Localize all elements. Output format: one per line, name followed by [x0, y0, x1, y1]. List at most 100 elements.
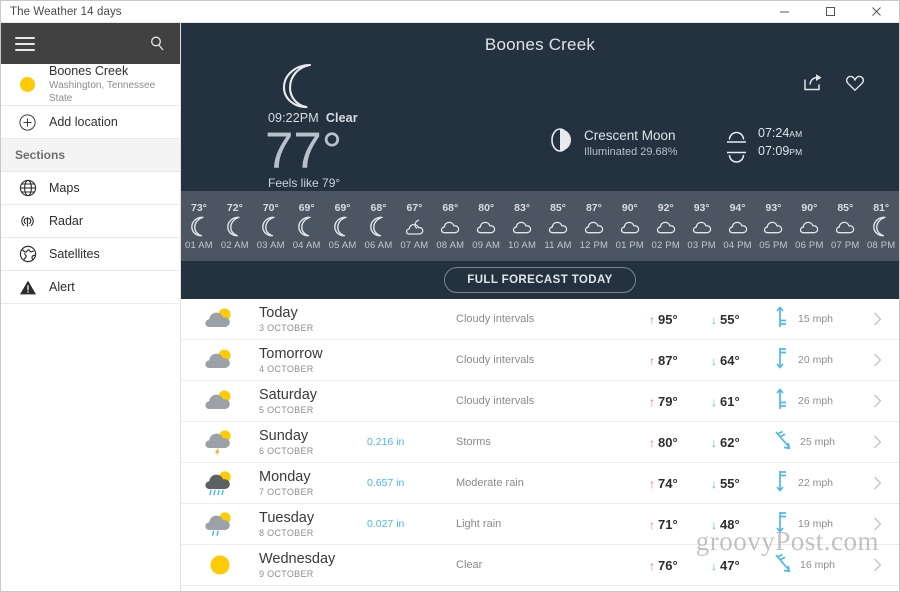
- hourly-time: 03 PM: [687, 239, 716, 251]
- sunset-icon: [727, 151, 746, 163]
- hourly-temp: 93°: [693, 201, 710, 214]
- maximize-button[interactable]: [807, 1, 853, 23]
- hourly-item[interactable]: 93° 03 PM: [684, 202, 720, 251]
- hamburger-icon[interactable]: [15, 36, 35, 51]
- sidebar-location-item[interactable]: Boones Creek Washington, Tennessee State: [1, 64, 180, 106]
- full-forecast-bar: FULL FORECAST TODAY: [181, 261, 899, 299]
- forecast-high-temp: ↑ 80°: [649, 435, 711, 450]
- hero-action-buttons: [803, 73, 865, 92]
- forecast-row[interactable]: Saturday 5 OCTOBER Cloudy intervals ↑ 79° ↓ 61…: [181, 381, 899, 422]
- row-expand-button[interactable]: [865, 353, 889, 367]
- sunrise-icon: [727, 131, 746, 143]
- forecast-low-value: 47°: [720, 557, 740, 573]
- sidebar-item-alert[interactable]: Alert: [1, 271, 180, 304]
- hourly-temp: 70°: [262, 201, 279, 214]
- share-icon: [804, 74, 822, 91]
- row-expand-button[interactable]: [865, 435, 889, 449]
- row-expand-button[interactable]: [865, 476, 889, 490]
- row-expand-button[interactable]: [865, 558, 889, 572]
- sidebar-item-maps[interactable]: Maps: [1, 172, 180, 205]
- sunrise-time: 07:24AM: [758, 126, 802, 140]
- sidebar-item-radar[interactable]: Radar: [1, 205, 180, 238]
- hourly-item[interactable]: 68° 06 AM: [361, 202, 397, 251]
- forecast-day-name: Tomorrow: [259, 345, 323, 362]
- forecast-row[interactable]: Today 3 OCTOBER Cloudy intervals ↑ 95° ↓ 55° 15…: [181, 299, 899, 340]
- hourly-item[interactable]: 93° 05 PM: [756, 202, 792, 251]
- hourly-item[interactable]: 87° 12 PM: [576, 202, 612, 251]
- hourly-temp: 81°: [873, 201, 890, 214]
- hourly-item[interactable]: 90° 01 PM: [612, 202, 648, 251]
- hourly-temp: 80°: [478, 201, 495, 214]
- forecast-row[interactable]: Wednesday 9 OCTOBER Clear ↑ 76° ↓ 47° 16 mph: [181, 545, 899, 586]
- moon-icon: [872, 216, 891, 238]
- arrow-down-icon: ↓: [711, 476, 717, 491]
- cloud-sun-icon: [474, 216, 498, 238]
- sidebar-item-satellites-label: Satellites: [49, 247, 100, 261]
- row-expand-button[interactable]: [865, 312, 889, 326]
- forecast-row[interactable]: Sunday 6 OCTOBER 0.216 in Storms ↑ 80° ↓ 62° 25 …: [181, 422, 899, 463]
- cloud-sun-icon: [726, 216, 750, 238]
- minimize-button[interactable]: [761, 1, 807, 23]
- wind-barb-up-icon: [773, 387, 791, 416]
- forecast-day-name: Tuesday: [259, 509, 315, 526]
- moon-phase-name: Crescent Moon: [584, 128, 676, 143]
- forecast-low-temp: ↓ 64°: [711, 353, 773, 368]
- forecast-row[interactable]: Tomorrow 4 OCTOBER Cloudy intervals ↑ 87° ↓ 64…: [181, 340, 899, 381]
- wind-barb-diagonal-icon: [773, 428, 793, 457]
- hourly-temp: 68°: [442, 201, 459, 214]
- moon-illumination: Illuminated 29.68%: [584, 145, 678, 158]
- forecast-day-name: Today: [259, 304, 298, 321]
- forecast-row[interactable]: Monday 7 OCTOBER 0.657 in Moderate rain ↑ 74°…: [181, 463, 899, 504]
- hourly-item[interactable]: 70° 03 AM: [253, 202, 289, 251]
- hourly-item[interactable]: 67° 07 AM: [396, 202, 432, 251]
- forecast-high-value: 74°: [658, 475, 678, 491]
- cloud-sun-icon: [181, 348, 259, 372]
- hourly-item[interactable]: 69° 05 AM: [325, 202, 361, 251]
- window-title: The Weather 14 days: [10, 5, 122, 18]
- sidebar-item-satellites[interactable]: Satellites: [1, 238, 180, 271]
- hourly-temp: 68°: [370, 201, 387, 214]
- row-expand-button[interactable]: [865, 517, 889, 531]
- page-title: Boones Creek: [484, 35, 596, 54]
- forecast-date: 4 OCTOBER: [259, 363, 314, 374]
- sunset-time: 07:09PM: [758, 144, 802, 158]
- add-location-button[interactable]: Add location: [1, 106, 180, 139]
- hourly-temp: 73°: [191, 201, 207, 214]
- heavy-rain-icon: [181, 470, 259, 497]
- forecast-day-block: Tuesday 8 OCTOBER: [259, 510, 367, 538]
- hourly-item[interactable]: 85° 07 PM: [827, 202, 863, 251]
- daily-forecast-list[interactable]: Today 3 OCTOBER Cloudy intervals ↑ 95° ↓ 55° 15…: [181, 299, 899, 591]
- hourly-item[interactable]: 69° 04 AM: [289, 202, 325, 251]
- heart-icon: [845, 75, 865, 91]
- forecast-date: 5 OCTOBER: [259, 404, 314, 415]
- hourly-item[interactable]: 83° 10 AM: [504, 202, 540, 251]
- hourly-item[interactable]: 80° 09 AM: [468, 202, 504, 251]
- hourly-item[interactable]: 90° 06 PM: [791, 202, 827, 251]
- hourly-item[interactable]: 68° 08 AM: [432, 202, 468, 251]
- search-button[interactable]: [149, 35, 166, 52]
- sidebar: Boones Creek Washington, Tennessee State…: [1, 23, 181, 591]
- moon-icon: [190, 216, 209, 238]
- current-temperature: 77°: [265, 122, 343, 179]
- share-button[interactable]: [803, 73, 823, 92]
- sun-times-icons: [726, 126, 747, 166]
- hourly-item[interactable]: 81° 08 PM: [863, 202, 899, 251]
- hourly-forecast-strip[interactable]: 73° 01 AM 72° 02 AM 70° 03 AM 69° 04 AM 69° 05 AM…: [181, 191, 899, 261]
- forecast-row[interactable]: Tuesday 8 OCTOBER 0.027 in Light rain ↑ 71° ↓ 4…: [181, 504, 899, 545]
- hourly-item[interactable]: 92° 02 PM: [648, 202, 684, 251]
- hourly-item[interactable]: 85° 11 AM: [540, 202, 576, 251]
- full-forecast-today-button[interactable]: FULL FORECAST TODAY: [444, 267, 636, 293]
- hourly-item[interactable]: 94° 04 PM: [720, 202, 756, 251]
- hourly-time: 01 PM: [615, 239, 645, 251]
- arrow-up-icon: ↑: [649, 558, 655, 573]
- cloud-sun-icon: [761, 216, 785, 238]
- maximize-icon: [825, 7, 835, 16]
- close-button[interactable]: [853, 1, 899, 23]
- moon-icon: [297, 216, 316, 238]
- hourly-item[interactable]: 73° 01 AM: [181, 202, 217, 251]
- row-expand-button[interactable]: [865, 394, 889, 408]
- hourly-item[interactable]: 72° 02 AM: [217, 202, 253, 251]
- wind-barb-down-icon: [773, 346, 791, 375]
- favorite-button[interactable]: [845, 74, 865, 92]
- hourly-time: 10 AM: [508, 239, 537, 251]
